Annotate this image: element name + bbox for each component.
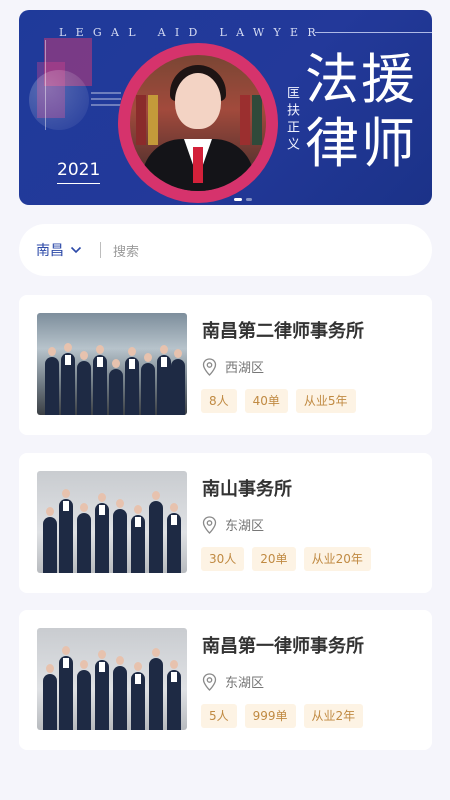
chevron-down-icon	[70, 246, 82, 254]
tag-case-count: 20单	[252, 547, 296, 571]
carousel-dot-active[interactable]	[234, 198, 242, 201]
location-pin-icon	[202, 515, 217, 534]
carousel-dot[interactable]	[246, 198, 252, 201]
firm-photo	[37, 628, 187, 730]
banner-title: 法援 律师	[305, 48, 432, 176]
firm-name: 南昌第一律师事务所	[202, 636, 364, 657]
firm-district: 东湖区	[225, 519, 265, 534]
search-bar: 南昌 搜索	[19, 224, 432, 276]
tag-case-count: 999单	[244, 704, 296, 728]
search-input[interactable]: 搜索	[113, 241, 139, 260]
tag-staff-count: 8人	[201, 389, 237, 413]
firm-photo	[37, 471, 187, 573]
firm-tags: 8人 40单 从业5年	[201, 389, 356, 413]
tag-years: 从业5年	[295, 389, 356, 413]
tag-staff-count: 5人	[201, 704, 237, 728]
firm-tags: 30人 20单 从业20年	[201, 547, 371, 571]
decorative-bars	[91, 92, 121, 110]
location-pin-icon	[202, 357, 217, 376]
hero-banner[interactable]: LEGAL AID LAWYER 2021 匡扶正义 法援 律师	[19, 10, 432, 205]
firm-name: 南昌第二律师事务所	[202, 321, 364, 342]
firm-district: 东湖区	[225, 676, 265, 691]
law-firm-card[interactable]: 南昌第一律师事务所 东湖区 5人 999单 从业2年	[19, 610, 432, 750]
tag-years: 从业20年	[303, 547, 371, 571]
firm-photo	[37, 313, 187, 415]
law-firm-card[interactable]: 南昌第二律师事务所 西湖区 8人 40单 从业5年	[19, 295, 432, 435]
tag-case-count: 40单	[244, 389, 288, 413]
carousel-indicator	[234, 198, 252, 201]
firm-location: 西湖区	[202, 357, 264, 376]
firm-name: 南山事务所	[202, 479, 292, 500]
decorative-circle	[29, 70, 89, 130]
banner-title-line2: 律师	[305, 112, 417, 175]
banner-year: 2021	[57, 160, 101, 184]
tag-staff-count: 30人	[201, 547, 245, 571]
banner-divider	[315, 32, 432, 33]
banner-subtitle: LEGAL AID LAWYER	[59, 26, 325, 39]
city-label: 南昌	[36, 243, 64, 259]
search-divider	[100, 242, 101, 258]
banner-title-line1: 法援	[305, 48, 417, 111]
banner-slogan: 匡扶正义	[284, 86, 299, 154]
location-pin-icon	[202, 672, 217, 691]
firm-location: 东湖区	[202, 672, 264, 691]
firm-tags: 5人 999单 从业2年	[201, 704, 364, 728]
decorative-line	[45, 40, 46, 130]
firm-location: 东湖区	[202, 515, 264, 534]
city-selector[interactable]: 南昌	[36, 240, 82, 260]
lawyer-portrait	[130, 55, 266, 191]
firm-district: 西湖区	[225, 361, 265, 376]
law-firm-card[interactable]: 南山事务所 东湖区 30人 20单 从业20年	[19, 453, 432, 593]
tag-years: 从业2年	[303, 704, 364, 728]
